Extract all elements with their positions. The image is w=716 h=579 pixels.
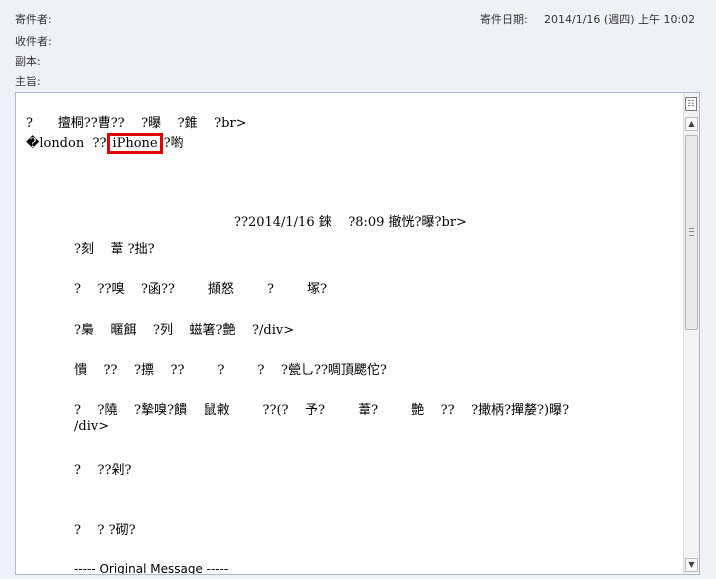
quote-line-5-cont: /div> [74, 419, 110, 434]
body-line-1: ? 擅桐??曹?? ?曝 ?錐 ?br> [26, 116, 247, 131]
quote-line-3: ?梟 暱餌 ?列 螆箸?艶 ?/div> [74, 323, 295, 338]
quote-header: ??2014/1/16 錸 ?8:09 撤恍?曝?br> [234, 215, 467, 230]
sent-date-value: 2014/1/16 (週四) 上午 10:02 [544, 13, 696, 26]
vertical-scrollbar[interactable]: ☷ ▲ ▼ [683, 93, 699, 574]
subject-label: 主旨: [15, 75, 41, 88]
scroll-down-arrow-icon[interactable]: ▼ [685, 558, 698, 572]
quote-line-1: ?刻 葦 ?拙? [74, 242, 155, 257]
highlighted-word-iphone: iPhone [107, 133, 163, 154]
cc-label: 副本: [15, 55, 41, 68]
thumb-grip-icon [689, 228, 694, 236]
quote-line-6: ? ??剁? [74, 463, 132, 478]
message-options-icon[interactable]: ☷ [685, 97, 697, 111]
body-line-2-prefix: �london ?? [26, 136, 107, 151]
message-body: ? 擅桐??曹?? ?曝 ?錐 ?br> �london ?? iPhone ?喲 … [16, 93, 684, 574]
quote-line-4: 憒 ?? ?摽 ?? ? ? ?甇乚??啁頂颸佗? [74, 363, 387, 378]
scrollbar-thumb[interactable] [685, 135, 698, 330]
to-label: 收件者: [15, 35, 52, 48]
sent-date-label: 寄件日期: [480, 13, 528, 26]
from-label: 寄件者: [15, 13, 52, 26]
quote-line-7: ? ? ?砌? [74, 523, 136, 538]
scroll-up-arrow-icon[interactable]: ▲ [685, 117, 698, 131]
quote-line-2: ? ??嗅 ?函?? 擷怒 ? 塚? [74, 282, 327, 297]
original-message-divider: ----- Original Message ----- [74, 562, 229, 575]
body-line-2: �london ?? iPhone ?喲 [26, 132, 184, 154]
body-line-2-suffix: ?喲 [163, 136, 184, 151]
quote-line-5: ? ?隢 ?摯嗅?饋 鼠敹 ??(? 予? 葦? 艶 ?? ?撖柄?撣嫠?)曝? [74, 403, 570, 418]
message-header: 寄件者: 收件者: 副本: 主旨: 寄件日期: 2014/1/16 (週四) 上… [0, 0, 716, 92]
message-body-pane[interactable]: ? 擅桐??曹?? ?曝 ?錐 ?br> �london ?? iPhone ?喲 … [15, 92, 700, 575]
